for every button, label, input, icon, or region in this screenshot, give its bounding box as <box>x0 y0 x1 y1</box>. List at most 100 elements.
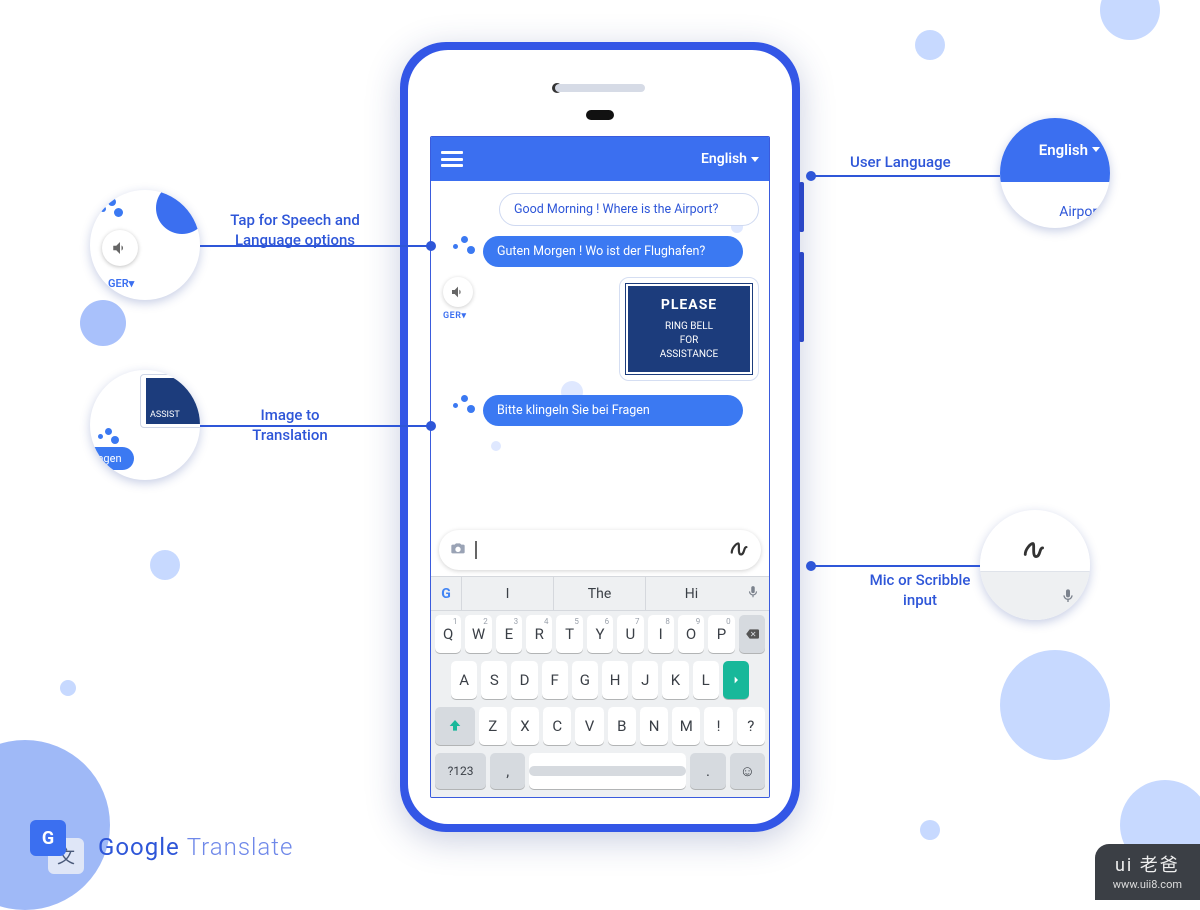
key-t[interactable]: T5 <box>556 615 582 653</box>
sign-image: PLEASE RING BELL FOR ASSISTANCE <box>626 284 752 374</box>
key-n[interactable]: N <box>640 707 668 745</box>
zoom-text: ASSIST <box>146 378 200 424</box>
key-i[interactable]: I8 <box>648 615 674 653</box>
key-d[interactable]: D <box>511 661 537 699</box>
language-picker[interactable]: English <box>701 151 759 167</box>
key-q[interactable]: Q1 <box>435 615 461 653</box>
key-k[interactable]: K <box>662 661 688 699</box>
zoom-text: Fragen <box>90 447 134 470</box>
key-p[interactable]: P0 <box>708 615 734 653</box>
phone-volume-button <box>799 252 804 342</box>
zoom-user-language: English Airport <box>1000 118 1110 228</box>
sign-text: RING BELL <box>665 321 713 332</box>
key-shift[interactable] <box>435 707 475 745</box>
key-c[interactable]: C <box>543 707 571 745</box>
translate-dots-icon <box>453 234 477 256</box>
zoom-scribble <box>980 510 1090 620</box>
google-g-icon[interactable]: G <box>431 586 461 602</box>
key-comma[interactable]: , <box>490 753 525 789</box>
mic-icon <box>1060 586 1076 606</box>
chat-bubble-source[interactable]: Good Morning ! Where is the Airport? <box>499 193 759 226</box>
bg-circle <box>60 680 76 696</box>
keyboard-suggestion[interactable]: Hi <box>645 577 737 610</box>
key-space[interactable] <box>529 753 686 789</box>
footer-brand: Google <box>98 833 180 861</box>
zoom-text: Airport <box>1059 204 1102 220</box>
key-z[interactable]: Z <box>479 707 507 745</box>
key-![interactable]: ! <box>704 707 732 745</box>
phone-speaker <box>555 84 645 92</box>
keyboard-row: ZXCVBNM!? <box>431 703 769 749</box>
key-f[interactable]: F <box>542 661 568 699</box>
callout-dot <box>426 421 436 431</box>
image-message[interactable]: PLEASE RING BELL FOR ASSISTANCE <box>619 277 759 381</box>
menu-icon[interactable] <box>441 151 463 167</box>
callout-speech: Tap for Speech and Language options <box>215 210 375 251</box>
key-o[interactable]: O9 <box>678 615 704 653</box>
key-x[interactable]: X <box>511 707 539 745</box>
keyboard-row: ?123 , . ☺ <box>431 749 769 797</box>
key-a[interactable]: A <box>451 661 477 699</box>
language-label: English <box>701 151 747 167</box>
keyboard-suggestion[interactable]: The <box>553 577 645 610</box>
key-symbols[interactable]: ?123 <box>435 753 486 789</box>
key-enter[interactable] <box>723 661 749 699</box>
key-l[interactable]: L <box>693 661 719 699</box>
bubble-text: Bitte klingeln Sie bei Fragen <box>497 403 650 418</box>
footer-title: Google Translate <box>98 833 293 861</box>
bubble-text: Guten Morgen ! Wo ist der Flughafen? <box>497 244 705 259</box>
key-b[interactable]: B <box>608 707 636 745</box>
bg-circle <box>80 300 126 346</box>
footer: 文 G Google Translate <box>30 820 293 874</box>
keyboard-row: ASDFGHJKL <box>431 657 769 703</box>
keyboard-suggestion-row: G I The Hi <box>431 577 769 611</box>
key-r[interactable]: R4 <box>526 615 552 653</box>
sign-text: PLEASE <box>632 296 746 316</box>
input-bar[interactable] <box>439 530 761 570</box>
bg-circle <box>920 820 940 840</box>
key-y[interactable]: Y6 <box>587 615 613 653</box>
keyboard-row: Q1W2E3R4T5Y6U7I8O9P0 <box>431 611 769 657</box>
key-e[interactable]: E3 <box>496 615 522 653</box>
speak-button[interactable] <box>443 277 473 307</box>
sign-text: FOR <box>680 335 699 346</box>
watermark-brand: ui 老爸 <box>1113 854 1182 877</box>
bubble-text: Good Morning ! Where is the Airport? <box>514 202 718 217</box>
key-w[interactable]: W2 <box>465 615 491 653</box>
language-tag[interactable]: GER▾ <box>443 311 466 321</box>
key-backspace[interactable] <box>739 615 765 653</box>
app-bar: English <box>431 137 769 181</box>
callout-image: Image to Translation <box>230 405 350 446</box>
watermark-url: www.uii8.com <box>1113 878 1182 891</box>
key-v[interactable]: V <box>575 707 603 745</box>
callout-dot <box>806 561 816 571</box>
key-dot[interactable]: . <box>690 753 725 789</box>
key-?[interactable]: ? <box>737 707 765 745</box>
key-emoji[interactable]: ☺ <box>730 753 765 789</box>
scribble-icon[interactable] <box>729 539 751 562</box>
footer-product: Translate <box>187 833 294 861</box>
mic-icon[interactable] <box>737 583 769 605</box>
zoom-image: ASSIST Fragen <box>90 370 200 480</box>
phone-power-button <box>799 182 804 232</box>
sign-text: ASSISTANCE <box>660 349 719 360</box>
keyboard-suggestion[interactable]: I <box>461 577 553 610</box>
key-j[interactable]: J <box>632 661 658 699</box>
callout-dot <box>426 241 436 251</box>
watermark: ui 老爸 www.uii8.com <box>1095 844 1200 900</box>
chat-bubble-translated[interactable]: Guten Morgen ! Wo ist der Flughafen? <box>483 236 743 267</box>
bg-circle <box>1000 650 1110 760</box>
bg-circle <box>915 30 945 60</box>
key-s[interactable]: S <box>481 661 507 699</box>
chevron-down-icon <box>1092 147 1100 152</box>
speaker-icon <box>450 284 466 300</box>
zoom-text: GER <box>108 277 129 290</box>
key-m[interactable]: M <box>672 707 700 745</box>
key-u[interactable]: U7 <box>617 615 643 653</box>
key-h[interactable]: H <box>602 661 628 699</box>
chat-bubble-translated[interactable]: Bitte klingeln Sie bei Fragen <box>483 395 743 426</box>
camera-icon[interactable] <box>449 540 467 560</box>
callout-leader <box>810 175 1000 177</box>
key-g[interactable]: G <box>572 661 598 699</box>
bg-circle <box>1100 0 1160 40</box>
